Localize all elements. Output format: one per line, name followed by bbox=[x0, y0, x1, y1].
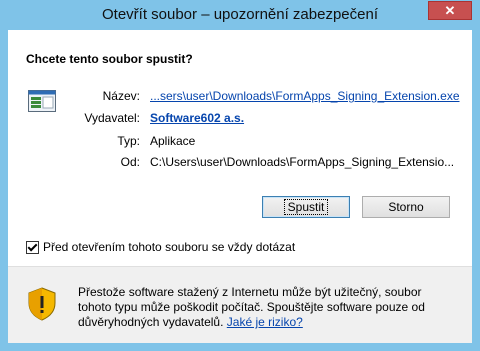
title-bar[interactable]: Otevřít soubor – upozornění zabezpečení … bbox=[0, 0, 480, 30]
dialog-title: Otevřít soubor – upozornění zabezpečení bbox=[101, 6, 378, 23]
warning-footer: Přestože software stažený z Internetu mů… bbox=[8, 267, 472, 343]
security-shield-icon bbox=[28, 287, 56, 321]
security-warning-dialog: Otevřít soubor – upozornění zabezpečení … bbox=[0, 0, 480, 351]
name-label: Název: bbox=[102, 89, 140, 103]
always-ask-label: Před otevřením tohoto souboru se vždy do… bbox=[43, 240, 296, 254]
file-name-link[interactable]: ...sers\user\Downloads\FormApps_Signing_… bbox=[150, 89, 460, 103]
always-ask-checkbox[interactable] bbox=[26, 241, 39, 255]
run-question: Chcete tento soubor spustit? bbox=[26, 52, 193, 66]
type-value: Aplikace bbox=[150, 134, 196, 148]
publisher-link[interactable]: Software602 a.s. bbox=[150, 111, 244, 125]
always-ask-row[interactable]: Před otevřením tohoto souboru se vždy do… bbox=[26, 240, 296, 255]
run-button[interactable]: Spustit bbox=[262, 196, 350, 218]
run-button-label: Spustit bbox=[283, 199, 329, 215]
warning-message: Přestože software stažený z Internetu mů… bbox=[78, 285, 458, 330]
type-label: Typ: bbox=[117, 134, 140, 148]
publisher-label: Vydavatel: bbox=[84, 111, 140, 125]
close-button[interactable]: ✕ bbox=[428, 1, 472, 20]
from-label: Od: bbox=[120, 155, 140, 169]
dialog-body: Chcete tento soubor spustit? Název: ...s… bbox=[8, 30, 472, 343]
cancel-button[interactable]: Storno bbox=[362, 196, 450, 218]
risk-link[interactable]: Jaké je riziko? bbox=[227, 315, 303, 329]
from-value: C:\Users\user\Downloads\FormApps_Signing… bbox=[150, 155, 455, 169]
